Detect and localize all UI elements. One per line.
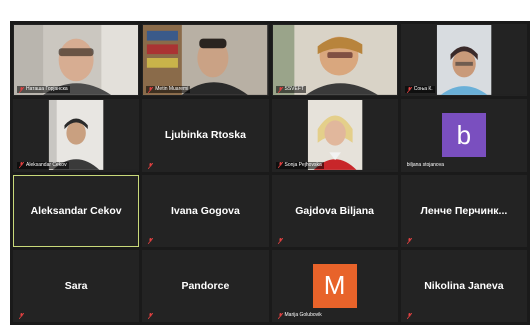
participant-tile[interactable]: Pandorce [142,249,269,322]
muted-mic-icon [19,162,24,168]
participant-name-label: Aleksandar Cekov [17,161,69,169]
participant-tile[interactable]: Ленче Перчинк... [400,174,527,247]
video-feed [272,25,397,95]
participant-name-label: Metin Muaremi [146,86,191,94]
muted-mic-icon [148,313,154,319]
meeting-gallery: Наташа Горјанска Metin Muaremi SSVEFT Со… [10,21,530,325]
video-feed [272,100,397,171]
muted-mic-icon [406,313,412,319]
avatar: b [441,113,486,158]
participant-name-label: Наташа Горјанска [17,86,70,94]
participant-tile[interactable]: Sonja Pejhovska [271,99,398,172]
participant-name: Pandorce [181,279,230,292]
participant-name: Nikolina Janeva [424,279,504,292]
muted-mic-icon [148,237,154,244]
participant-name: Sara [64,279,88,292]
participant-grid: Наташа Горјанска Metin Muaremi SSVEFT Со… [13,24,527,322]
participant-name: Aleksandar Cekov [30,204,122,217]
video-feed [401,25,526,95]
participant-tile[interactable]: Наташа Горјанска [13,24,140,97]
participant-name: Ленче Перчинк... [420,204,508,217]
participant-status [146,162,155,169]
participant-status [17,313,26,319]
participant-name-label: SSVEFT [275,86,306,94]
participant-status [146,237,155,244]
video-feed [14,100,139,171]
participant-tile[interactable]: Aleksandar Cekov [13,99,140,172]
muted-mic-icon [19,86,24,93]
muted-mic-icon [406,237,412,244]
participant-status [405,313,414,319]
participant-tile[interactable]: Gajdova Biljana [271,174,398,247]
participant-name-label: Sonja Pejhovska [275,161,324,169]
participant-status [276,237,285,244]
muted-mic-icon [406,86,412,93]
video-feed [14,25,139,95]
muted-mic-icon [277,312,283,319]
muted-mic-icon [148,162,154,169]
participant-name-label: Marija Golubovik [276,312,324,319]
participant-tile[interactable]: Sara [13,249,140,322]
participant-name-label: Соња К. [404,86,435,94]
muted-mic-icon [277,86,283,93]
participant-tile[interactable]: SSVEFT [271,24,398,97]
video-feed [143,25,268,95]
participant-status [405,237,414,244]
participant-tile[interactable]: Ljubinka Rtoska [142,99,269,172]
avatar: M [312,263,357,308]
active-speaker-tile[interactable]: Aleksandar Cekov [13,174,140,247]
participant-name: Gajdova Biljana [295,204,375,217]
participant-name-label: biljana stojanova [406,161,444,168]
participant-tile[interactable]: Metin Muaremi [142,24,269,97]
participant-tile[interactable]: Ivana Gogova [142,174,269,247]
muted-mic-icon [19,313,24,319]
muted-mic-icon [277,162,283,168]
participant-tile[interactable]: Nikolina Janeva [400,249,527,322]
muted-mic-icon [277,237,283,244]
participant-name: Ivana Gogova [170,204,240,217]
participant-name: Ljubinka Rtoska [164,129,246,142]
muted-mic-icon [148,86,154,93]
participant-tile[interactable]: b biljana stojanova [400,99,527,172]
participant-tile[interactable]: M Marija Golubovik [271,249,398,322]
participant-tile[interactable]: Соња К. [400,24,527,97]
participant-status [146,313,155,319]
